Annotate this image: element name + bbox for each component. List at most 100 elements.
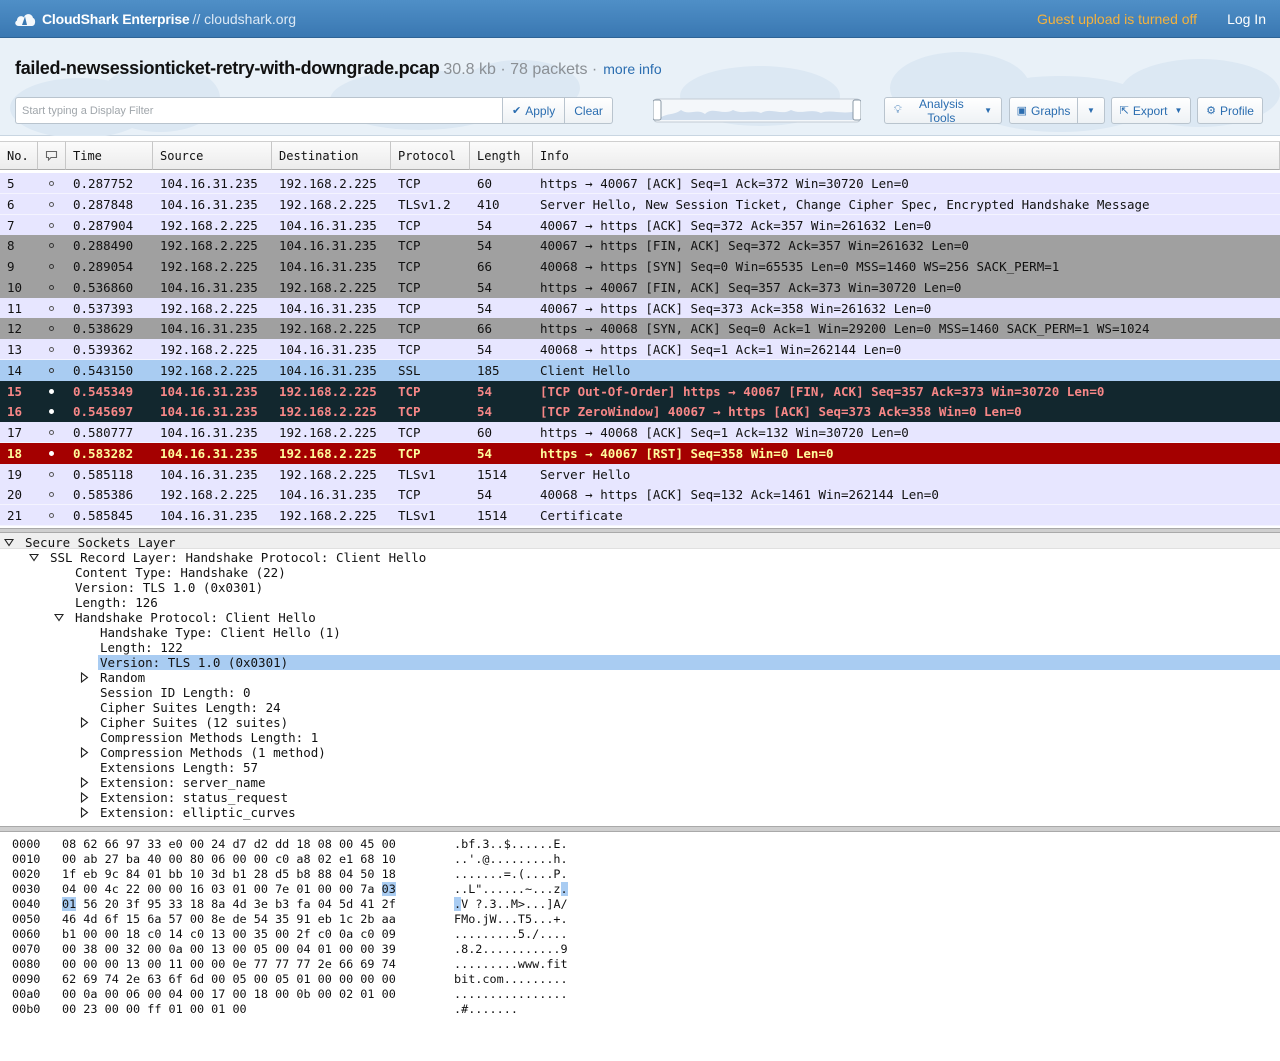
packet-row[interactable]: 7 0.287904 192.168.2.225 104.16.31.235 TCP 54…	[0, 214, 1280, 236]
tree-node[interactable]: Session ID Length: 0	[0, 685, 1280, 700]
packet-len-cell: 1514	[477, 508, 508, 523]
packet-row[interactable]: 15 0.545349 104.16.31.235 192.168.2.225 TCP 5…	[0, 380, 1280, 402]
graphs-button[interactable]: ▣ Graphs	[1009, 97, 1078, 124]
tree-node[interactable]: Length: 122	[0, 640, 1280, 655]
packet-no-cell: 19	[7, 466, 23, 482]
packet-row[interactable]: 14 0.543150 192.168.2.225 104.16.31.235 SSL 1…	[0, 359, 1280, 381]
profile-button[interactable]: ⚙ Profile	[1197, 97, 1263, 124]
packet-row[interactable]: 21 0.585845 104.16.31.235 192.168.2.225 TLSv…	[0, 505, 1280, 526]
hex-row[interactable]: 0060 b1 00 00 18 c0 14 c0 13 00 35 00 2f …	[0, 927, 1280, 942]
column-header[interactable]: Length	[470, 141, 533, 170]
clear-filter-button[interactable]: Clear	[565, 97, 613, 124]
packet-row[interactable]: 20 0.585386 192.168.2.225 104.16.31.235 TCP 5…	[0, 484, 1280, 506]
packet-len-cell: 54	[477, 445, 493, 461]
expanded-triangle-icon[interactable]	[4, 537, 14, 548]
tree-node[interactable]: Random	[0, 670, 1280, 685]
column-header[interactable]: No.	[0, 141, 38, 170]
tree-node[interactable]: Extensions Length: 57	[0, 760, 1280, 775]
packet-row[interactable]: 16 0.545697 104.16.31.235 192.168.2.225 TCP 5…	[0, 401, 1280, 423]
tree-node[interactable]: Extension: server_name	[0, 775, 1280, 790]
comment-dot-icon	[49, 305, 54, 311]
more-info-link[interactable]: more info	[603, 61, 661, 77]
login-link[interactable]: Log In	[1227, 11, 1266, 27]
tree-node-label: Compression Methods Length: 1	[100, 730, 319, 745]
tree-node[interactable]: Cipher Suites Length: 24	[0, 700, 1280, 715]
tree-node[interactable]: Version: TLS 1.0 (0x0301)	[0, 655, 1280, 670]
packet-no-cell: 9	[7, 259, 15, 274]
packet-row[interactable]: 10 0.536860 104.16.31.235 192.168.2.225 TCP 5…	[0, 276, 1280, 298]
tree-node[interactable]: Length: 126	[0, 595, 1280, 610]
packet-row[interactable]: 17 0.580777 104.16.31.235 192.168.2.225 TCP 6…	[0, 422, 1280, 443]
column-header-comment[interactable]	[38, 141, 66, 170]
hex-row[interactable]: 00b0 00 23 00 00 ff 01 00 01 00 .#.......	[0, 1002, 1280, 1017]
collapsed-triangle-icon[interactable]	[79, 717, 89, 728]
packet-dst-cell: 192.168.2.225	[279, 383, 377, 399]
packet-src-cell: 104.16.31.235	[160, 425, 258, 440]
packet-info-cell: 40067 → https [ACK] Seq=372 Ack=357 Win=…	[540, 217, 932, 233]
packet-row[interactable]: 6 0.287848 104.16.31.235 192.168.2.225 TLSv1…	[0, 193, 1280, 215]
hex-row[interactable]: 0070 00 38 00 32 00 0a 00 13 00 05 00 04 …	[0, 942, 1280, 957]
hex-offset: 00a0	[12, 987, 41, 1001]
display-filter-input[interactable]	[15, 97, 502, 124]
packet-no-cell: 17	[7, 425, 23, 440]
hex-row[interactable]: 0010 00 ab 27 ba 40 00 80 06 00 00 c0 a8 …	[0, 852, 1280, 867]
tree-node[interactable]: Secure Sockets Layer	[0, 535, 1280, 550]
tree-node[interactable]: Compression Methods (1 method)	[0, 745, 1280, 760]
tree-node[interactable]: Extension: status_request	[0, 790, 1280, 805]
tree-node[interactable]: Content Type: Handshake (22)	[0, 565, 1280, 580]
tree-node[interactable]: Compression Methods Length: 1	[0, 730, 1280, 745]
column-header[interactable]: Destination	[272, 141, 391, 170]
selected-bytes-highlight: 03	[381, 882, 396, 896]
apply-filter-button[interactable]: ✔ Apply	[502, 97, 566, 124]
expanded-triangle-icon[interactable]	[54, 612, 64, 623]
tree-node[interactable]: Handshake Type: Client Hello (1)	[0, 625, 1280, 640]
packet-row[interactable]: 9 0.289054 192.168.2.225 104.16.31.235 TCP 66…	[0, 256, 1280, 277]
brand-link[interactable]: CloudShark Enterprise // cloudshark.org	[14, 10, 296, 28]
analysis-tools-button[interactable]: 💡︎ Analysis Tools ▼	[884, 97, 1002, 125]
export-button[interactable]: ⇱ Export ▼	[1111, 97, 1191, 124]
tree-node[interactable]: Version: TLS 1.0 (0x0301)	[0, 580, 1280, 595]
hex-row[interactable]: 0040 01 56 20 3f 95 33 18 8a 4d 3e b3 fa …	[0, 897, 1280, 912]
packet-row[interactable]: 11 0.537393 192.168.2.225 104.16.31.235 TCP 5…	[0, 297, 1280, 319]
tree-node-label: Cipher Suites (12 suites)	[100, 715, 289, 730]
packet-row[interactable]: 18 0.583282 104.16.31.235 192.168.2.225 TCP 5…	[0, 442, 1280, 464]
hex-row[interactable]: 00a0 00 0a 00 06 00 04 00 17 00 18 00 0b …	[0, 987, 1280, 1002]
packet-len-cell: 54	[477, 238, 493, 254]
packet-info-cell: https → 40067 [FIN, ACK] Seq=357 Ack=373…	[540, 279, 962, 295]
column-header[interactable]: Source	[153, 141, 272, 170]
tree-node-label: Version: TLS 1.0 (0x0301)	[100, 655, 289, 670]
column-header[interactable]: Protocol	[391, 141, 470, 170]
timeline-slider[interactable]	[653, 98, 861, 123]
hex-row[interactable]: 0000 08 62 66 97 33 e0 00 24 d7 d2 dd 18 …	[0, 837, 1280, 852]
packet-dst-cell: 192.168.2.225	[279, 508, 377, 523]
hex-row[interactable]: 0020 1f eb 9c 84 01 bb 10 3d b1 28 d5 b8 …	[0, 867, 1280, 882]
packet-row[interactable]: 5 0.287752 104.16.31.235 192.168.2.225 TCP 60…	[0, 173, 1280, 194]
collapsed-triangle-icon[interactable]	[79, 807, 89, 818]
collapsed-triangle-icon[interactable]	[79, 792, 89, 803]
tree-node[interactable]: SSL Record Layer: Handshake Protocol: Cl…	[0, 550, 1280, 565]
collapsed-triangle-icon[interactable]	[79, 672, 89, 683]
tree-node-label: Session ID Length: 0	[100, 685, 251, 700]
packet-row[interactable]: 8 0.288490 192.168.2.225 104.16.31.235 TCP 54…	[0, 235, 1280, 257]
collapsed-triangle-icon[interactable]	[79, 777, 89, 788]
expanded-triangle-icon[interactable]	[29, 552, 39, 563]
tree-node[interactable]: Handshake Protocol: Client Hello	[0, 610, 1280, 625]
hex-row[interactable]: 0050 46 4d 6f 15 6a 57 00 8e de 54 35 91 …	[0, 912, 1280, 927]
tree-node[interactable]: Extension: elliptic_curves	[0, 805, 1280, 820]
hex-row[interactable]: 0030 04 00 4c 22 00 00 16 03 01 00 7e 01 …	[0, 882, 1280, 897]
column-header[interactable]: Info	[533, 141, 1280, 170]
tree-node[interactable]: Cipher Suites (12 suites)	[0, 715, 1280, 730]
graphs-dropdown-button[interactable]: ▼	[1077, 97, 1105, 124]
packet-row[interactable]: 12 0.538629 104.16.31.235 192.168.2.225 TCP 6…	[0, 318, 1280, 340]
hex-row[interactable]: 0080 00 00 00 13 00 11 00 00 0e 77 77 77 …	[0, 957, 1280, 972]
comment-bubble-icon	[45, 150, 58, 161]
packet-row[interactable]: 13 0.539362 192.168.2.225 104.16.31.235 TCP 5…	[0, 339, 1280, 360]
column-header[interactable]: Time	[66, 141, 153, 170]
hex-ascii: .........5./....	[454, 927, 568, 941]
packet-row[interactable]: 19 0.585118 104.16.31.235 192.168.2.225 TLSv…	[0, 463, 1280, 485]
collapsed-triangle-icon[interactable]	[79, 747, 89, 758]
hex-offset: 0030	[12, 882, 41, 896]
packet-time-cell: 0.287752	[73, 176, 134, 191]
packet-time-cell: 0.287848	[73, 196, 134, 212]
hex-row[interactable]: 0090 62 69 74 2e 63 6f 6d 00 05 00 05 01 …	[0, 972, 1280, 987]
